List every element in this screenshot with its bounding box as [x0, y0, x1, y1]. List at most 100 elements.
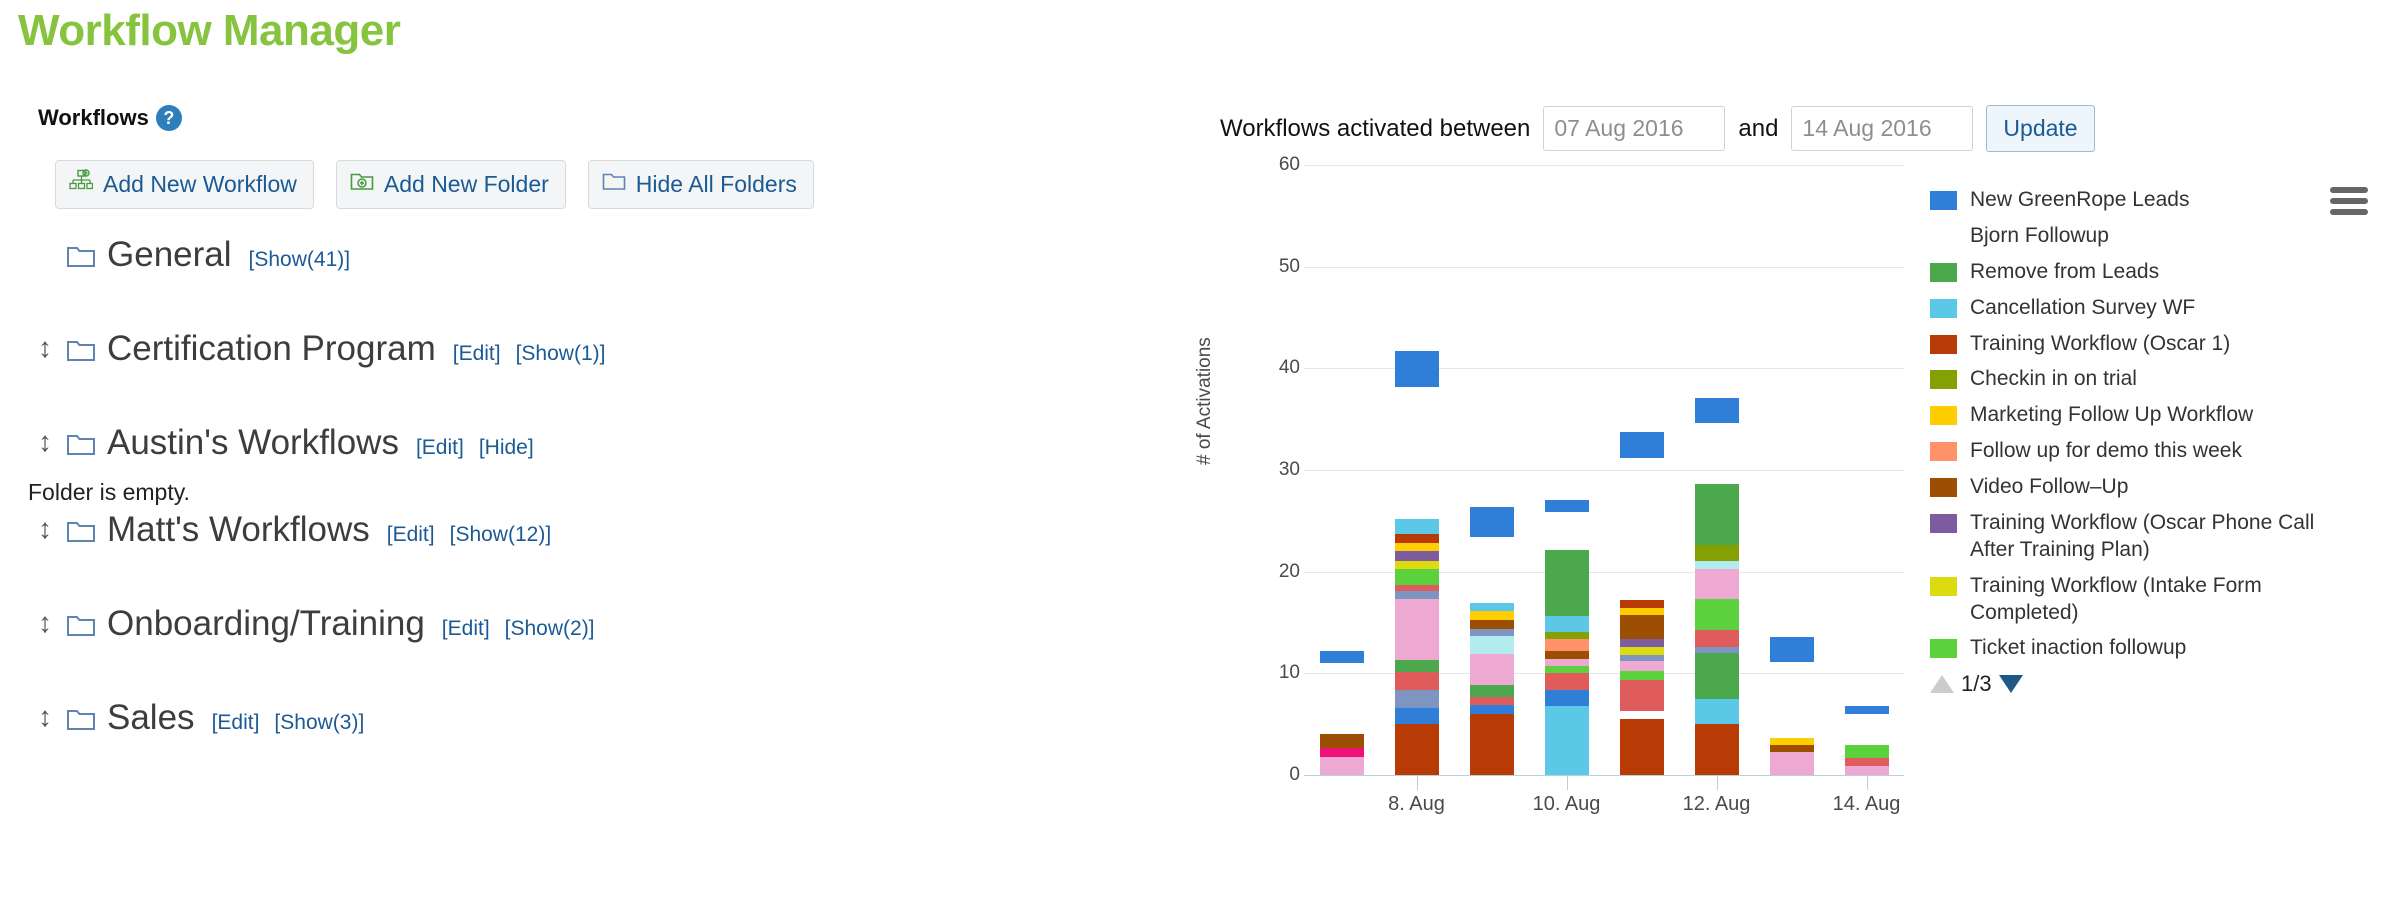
bar-segment[interactable]: [1394, 568, 1439, 585]
bar-segment[interactable]: [1544, 666, 1589, 674]
bar-segment[interactable]: [1694, 599, 1739, 630]
bar-segment[interactable]: [1469, 704, 1514, 714]
legend-item[interactable]: Cancellation Survey WF: [1930, 295, 2390, 322]
bar-segment[interactable]: [1319, 747, 1364, 757]
bar-segment[interactable]: [1694, 568, 1739, 600]
bar-segment[interactable]: [1544, 550, 1589, 617]
folder-action-edit[interactable]: [Edit]: [453, 342, 501, 366]
bar-segment[interactable]: [1695, 423, 1739, 484]
bar-segment[interactable]: [1844, 765, 1889, 775]
bar-8-aug[interactable]: [1394, 272, 1439, 775]
folder-action-show[interactable]: [Show(12)]: [450, 523, 552, 547]
bar-segment[interactable]: [1394, 543, 1439, 552]
bar-segment[interactable]: [1319, 734, 1364, 748]
end-date-input[interactable]: [1791, 106, 1974, 151]
folder-name[interactable]: Austin's Workflows: [107, 423, 399, 463]
bar-segment[interactable]: [1544, 638, 1589, 651]
bar-segment[interactable]: [1694, 724, 1739, 775]
update-button[interactable]: Update: [1986, 105, 2095, 152]
folder-action-show[interactable]: [Show(2)]: [505, 617, 595, 641]
hide-all-folders-button[interactable]: Hide All Folders: [587, 160, 814, 209]
bar-segment[interactable]: [1619, 432, 1664, 458]
bar-segment[interactable]: [1544, 651, 1589, 660]
bar-segment[interactable]: [1469, 619, 1514, 629]
bar-segment[interactable]: [1469, 684, 1514, 697]
bar-segment[interactable]: [1394, 672, 1439, 690]
bar-10-aug[interactable]: [1544, 480, 1589, 775]
bar-segment[interactable]: [1469, 611, 1514, 620]
bar-segment[interactable]: [1469, 603, 1514, 612]
folder-name[interactable]: Onboarding/Training: [107, 604, 425, 644]
bar-segment[interactable]: [1619, 608, 1664, 616]
bar-segment[interactable]: [1694, 484, 1739, 546]
legend-item[interactable]: Remove from Leads: [1930, 259, 2390, 286]
bar-segment[interactable]: [1544, 631, 1589, 639]
bar-segment[interactable]: [1694, 545, 1739, 561]
bar-segment[interactable]: [1545, 512, 1589, 551]
bar-segment[interactable]: [1620, 711, 1664, 719]
bar-segment[interactable]: [1844, 705, 1889, 715]
bar-segment[interactable]: [1319, 756, 1364, 775]
drag-handle-icon[interactable]: ↕: [38, 609, 55, 637]
bar-segment[interactable]: [1694, 698, 1739, 725]
folder-action-edit[interactable]: [Edit]: [212, 711, 260, 735]
legend-item[interactable]: Marketing Follow Up Workflow: [1930, 402, 2390, 429]
bar-segment[interactable]: [1394, 599, 1439, 661]
bar-segment[interactable]: [1619, 671, 1664, 681]
folder-icon[interactable]: [66, 706, 96, 737]
bar-segment[interactable]: [1619, 680, 1664, 711]
bar-segment[interactable]: [1619, 600, 1664, 609]
bar-segment[interactable]: [1469, 654, 1514, 685]
folder-name[interactable]: Matt's Workflows: [107, 510, 370, 550]
folder-action-edit[interactable]: [Edit]: [442, 617, 490, 641]
bar-14-aug[interactable]: [1844, 684, 1889, 775]
bar-segment[interactable]: [1469, 506, 1514, 538]
bar-segment[interactable]: [1620, 458, 1664, 600]
legend-item[interactable]: Ticket inaction followup: [1930, 635, 2390, 662]
bar-segment[interactable]: [1470, 537, 1514, 603]
bar-segment[interactable]: [1394, 560, 1439, 569]
folder-name[interactable]: Certification Program: [107, 329, 436, 369]
bar-segment[interactable]: [1544, 499, 1589, 512]
bar-segment[interactable]: [1544, 616, 1589, 632]
bar-segment[interactable]: [1469, 628, 1514, 636]
bar-segment[interactable]: [1394, 689, 1439, 708]
bar-segment[interactable]: [1844, 744, 1889, 758]
legend-item[interactable]: Training Workflow (Intake Form Completed…: [1930, 573, 2390, 627]
drag-handle-icon[interactable]: ↕: [38, 334, 55, 362]
folder-action-show[interactable]: [Show(41)]: [249, 248, 351, 272]
bar-segment[interactable]: [1544, 659, 1589, 667]
bar-segment[interactable]: [1394, 591, 1439, 600]
bar-segment[interactable]: [1844, 757, 1889, 766]
bar-segment[interactable]: [1770, 662, 1814, 738]
bar-segment[interactable]: [1469, 635, 1514, 655]
bar-segment[interactable]: [1394, 660, 1439, 673]
bar-segment[interactable]: [1619, 638, 1664, 647]
legend-item[interactable]: Bjorn Followup: [1930, 223, 2390, 250]
bar-segment[interactable]: [1769, 751, 1814, 775]
folder-action-show[interactable]: [Show(1)]: [516, 342, 606, 366]
bar-segment[interactable]: [1544, 673, 1589, 690]
triangle-up-icon[interactable]: [1930, 675, 1954, 694]
bar-segment[interactable]: [1394, 351, 1439, 387]
bar-segment[interactable]: [1619, 646, 1664, 656]
add-new-folder-button[interactable]: Add New Folder: [335, 160, 566, 209]
bar-segment[interactable]: [1694, 629, 1739, 647]
bar-segment[interactable]: [1320, 663, 1364, 734]
bar-segment[interactable]: [1394, 707, 1439, 725]
bar-segment[interactable]: [1395, 387, 1439, 519]
legend-item[interactable]: Video Follow–Up: [1930, 474, 2390, 501]
folder-icon[interactable]: [66, 431, 96, 462]
legend-item[interactable]: Checkin in on trial: [1930, 366, 2390, 393]
folder-action-edit[interactable]: [Edit]: [387, 523, 435, 547]
bar-segment[interactable]: [1469, 696, 1514, 705]
bar-segment[interactable]: [1319, 651, 1364, 664]
bar-segment[interactable]: [1544, 689, 1589, 706]
bar-13-aug[interactable]: [1769, 607, 1814, 775]
bar-segment[interactable]: [1769, 636, 1814, 663]
add-new-workflow-button[interactable]: Add New Workflow: [55, 160, 314, 209]
folder-icon[interactable]: [66, 337, 96, 368]
folder-action-hide[interactable]: [Hide]: [479, 436, 534, 460]
triangle-down-icon[interactable]: [1998, 675, 2023, 694]
folder-icon[interactable]: [66, 518, 96, 549]
